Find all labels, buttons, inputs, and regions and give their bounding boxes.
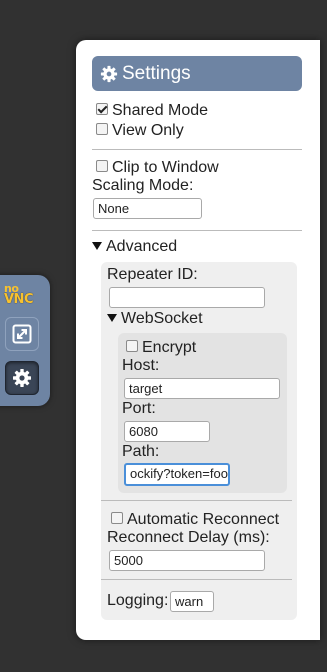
divider: [101, 579, 292, 580]
expand-triangle-icon: [107, 314, 117, 322]
shared-mode-label: Shared Mode: [112, 102, 209, 119]
view-only-label: View Only: [112, 122, 184, 139]
websocket-toggle[interactable]: WebSocket: [107, 310, 203, 328]
gear-icon: [13, 369, 31, 387]
repeater-id-input[interactable]: [109, 287, 265, 308]
control-bar: no VNC: [0, 275, 50, 406]
advanced-label: Advanced: [106, 238, 178, 255]
auto-reconnect-option[interactable]: Automatic Reconnect: [111, 511, 279, 529]
auto-reconnect-checkbox[interactable]: [111, 512, 123, 524]
scaling-mode-select[interactable]: None: [93, 198, 202, 219]
reconnect-delay-label: Reconnect Delay (ms):: [107, 529, 270, 546]
divider: [92, 230, 302, 231]
settings-title: Settings: [122, 62, 191, 84]
auto-reconnect-label: Automatic Reconnect: [127, 511, 280, 528]
settings-gear-icon: [100, 65, 118, 83]
divider: [92, 149, 302, 150]
reconnect-delay-input[interactable]: 5000: [109, 550, 265, 571]
expand-triangle-icon: [92, 242, 102, 250]
path-input[interactable]: ockify?token=foo: [124, 463, 230, 486]
path-label: Path:: [122, 443, 160, 460]
divider: [101, 500, 292, 501]
websocket-label: WebSocket: [121, 310, 203, 327]
settings-header: Settings: [92, 56, 302, 91]
novnc-logo: no VNC: [4, 282, 44, 307]
clip-to-window-checkbox[interactable]: [96, 160, 108, 172]
host-input[interactable]: target: [124, 378, 280, 399]
encrypt-checkbox[interactable]: [126, 340, 138, 352]
port-label: Port:: [122, 400, 156, 417]
logging-select[interactable]: warn: [170, 591, 214, 612]
scaling-mode-label: Scaling Mode:: [92, 177, 194, 194]
clip-to-window-label: Clip to Window: [112, 159, 219, 176]
fullscreen-button[interactable]: [5, 317, 39, 351]
shared-mode-checkbox[interactable]: [96, 103, 108, 115]
repeater-id-label: Repeater ID:: [107, 266, 198, 283]
shared-mode-option[interactable]: Shared Mode: [96, 102, 208, 120]
encrypt-option[interactable]: Encrypt: [126, 339, 196, 357]
logo-vnc-text: VNC: [4, 292, 33, 307]
logging-label: Logging:: [107, 592, 169, 609]
host-label: Host:: [122, 357, 160, 374]
view-only-checkbox[interactable]: [96, 123, 108, 135]
advanced-toggle[interactable]: Advanced: [92, 238, 177, 256]
fullscreen-icon: [12, 324, 32, 344]
encrypt-label: Encrypt: [142, 339, 197, 356]
settings-panel: Settings Shared Mode View Only Clip to W…: [76, 40, 320, 640]
clip-to-window-option[interactable]: Clip to Window: [96, 159, 219, 177]
view-only-option[interactable]: View Only: [96, 122, 184, 140]
settings-button[interactable]: [5, 361, 39, 395]
port-input[interactable]: 6080: [124, 421, 210, 442]
